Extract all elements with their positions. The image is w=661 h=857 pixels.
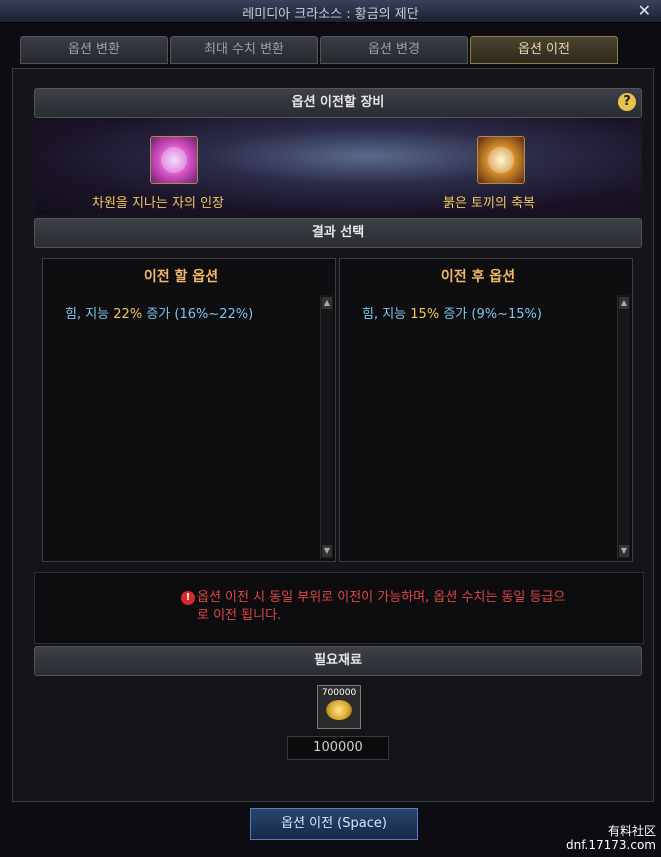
- watermark: 有料社区 dnf.17173.com: [540, 822, 658, 856]
- scroll-down-icon[interactable]: ▼: [619, 545, 629, 557]
- after-option-value: 15%: [410, 307, 440, 322]
- tab-option-convert[interactable]: 옵션 변환: [20, 36, 168, 64]
- seal-icon: [161, 147, 187, 173]
- before-option-line[interactable]: 힘, 지능 22% 증가 (16%~22%): [65, 303, 253, 322]
- scroll-down-icon[interactable]: ▼: [322, 545, 332, 557]
- before-option-suffix: 증가 (16%~22%): [142, 307, 254, 322]
- section-equipment: 옵션 이전할 장비 ?: [34, 88, 642, 118]
- section-materials: 필요재료: [34, 646, 642, 676]
- before-option-value: 22%: [113, 307, 143, 322]
- close-icon[interactable]: ✕: [638, 1, 651, 20]
- scroll-up-icon[interactable]: ▲: [619, 297, 629, 309]
- gold-icon: [326, 700, 352, 720]
- tab-option-transfer[interactable]: 옵션 이전: [470, 36, 618, 64]
- item-slot-seal[interactable]: [150, 136, 198, 184]
- window-title: 레미디아 크라소스 : 황금의 제단: [242, 7, 419, 22]
- before-scrollbar[interactable]: ▲ ▼: [320, 295, 333, 559]
- notice-text: 옵션 이전 시 동일 부위로 이전이 가능하며, 옵션 수치는 동일 등급으로 …: [197, 590, 566, 623]
- gold-cost-item: 700000: [317, 685, 361, 729]
- item-name-seal: 차원을 지나는 자의 인장: [92, 196, 224, 211]
- section-result-title: 결과 선택: [311, 225, 365, 240]
- option-transfer-button[interactable]: 옵션 이전 (Space): [250, 808, 418, 840]
- item-slot-blessing[interactable]: [477, 136, 525, 184]
- blessing-icon: [488, 147, 514, 173]
- after-option-prefix: 힘, 지능: [362, 307, 411, 322]
- warning-icon: !: [181, 591, 195, 605]
- section-result: 결과 선택: [34, 218, 642, 248]
- after-scrollbar[interactable]: ▲ ▼: [617, 295, 630, 559]
- panel-before-header: 이전 할 옵션: [143, 269, 219, 285]
- help-icon[interactable]: ?: [618, 93, 636, 111]
- gold-cost-amount: 100000: [287, 736, 389, 760]
- scroll-up-icon[interactable]: ▲: [322, 297, 332, 309]
- watermark-line2: dnf.17173.com: [565, 838, 656, 852]
- gold-stack-count: 700000: [321, 688, 357, 698]
- panel-after-option[interactable]: 이전 후 옵션 힘, 지능 15% 증가 (9%~15%) ▲ ▼: [339, 258, 633, 562]
- notice-box: ! 옵션 이전 시 동일 부위로 이전이 가능하며, 옵션 수치는 동일 등급으…: [34, 572, 644, 644]
- tab-bar: 옵션 변환 최대 수치 변환 옵션 변경 옵션 이전: [20, 36, 620, 64]
- after-option-line[interactable]: 힘, 지능 15% 증가 (9%~15%): [362, 303, 542, 322]
- tab-max-value-convert[interactable]: 최대 수치 변환: [170, 36, 318, 64]
- watermark-line1: 有料社区: [607, 824, 656, 838]
- title-bar: 레미디아 크라소스 : 황금의 제단 ✕: [0, 0, 661, 23]
- panel-after-header: 이전 후 옵션: [440, 269, 516, 285]
- tab-option-change[interactable]: 옵션 변경: [320, 36, 468, 64]
- panel-before-option[interactable]: 이전 할 옵션 힘, 지능 22% 증가 (16%~22%) ▲ ▼: [42, 258, 336, 562]
- after-option-suffix: 증가 (9%~15%): [439, 307, 542, 322]
- item-name-blessing: 붉은 토끼의 축복: [443, 196, 535, 211]
- before-option-prefix: 힘, 지능: [65, 307, 114, 322]
- section-equipment-title: 옵션 이전할 장비: [291, 95, 385, 110]
- section-materials-title: 필요재료: [314, 653, 362, 668]
